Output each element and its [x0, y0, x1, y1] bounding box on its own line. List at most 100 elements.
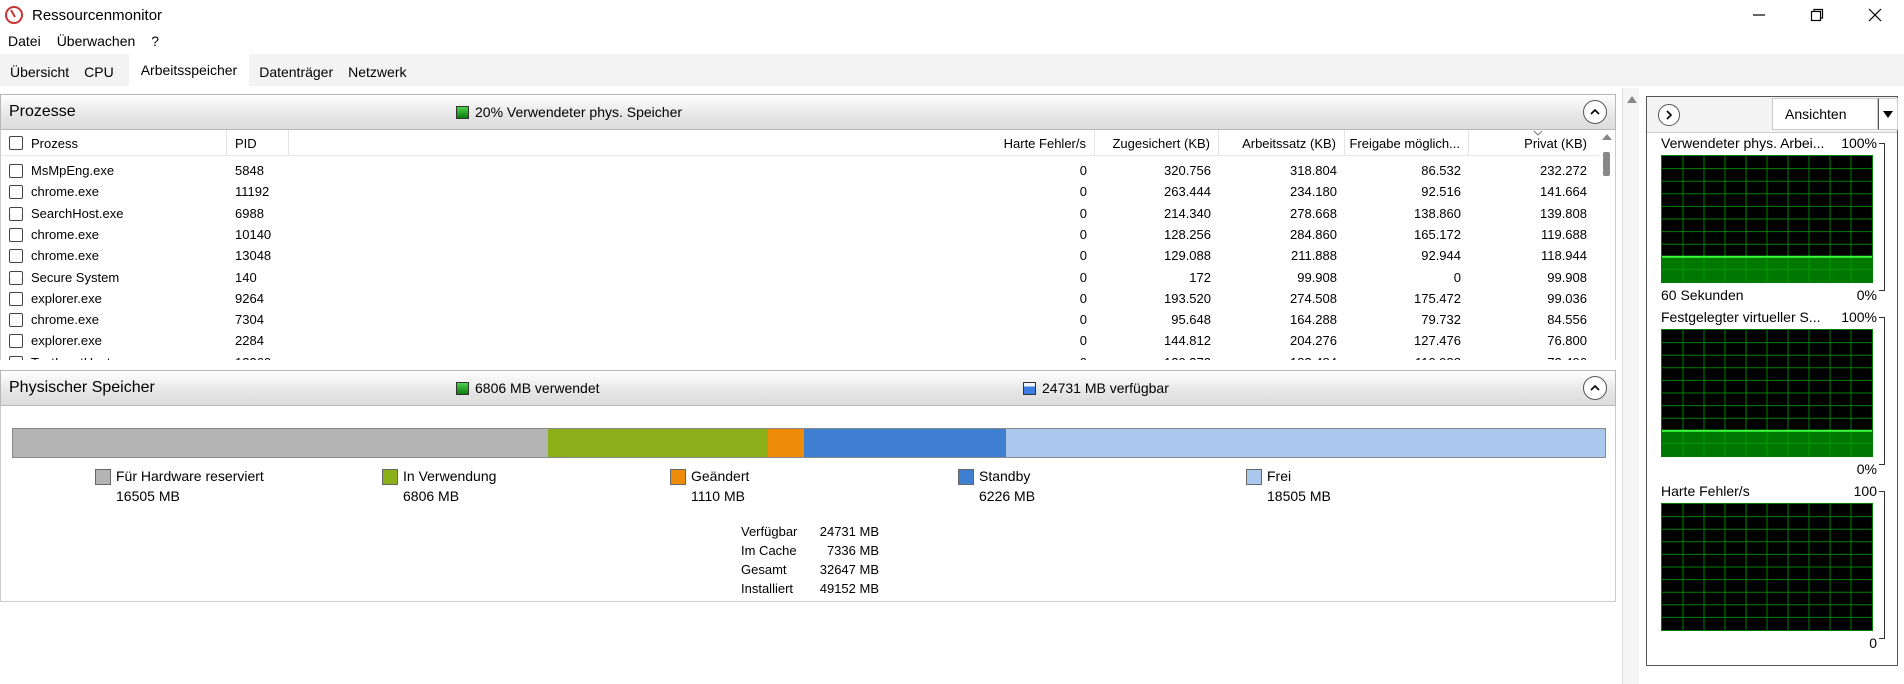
memory-segment [1005, 429, 1605, 457]
table-row[interactable]: explorer.exe 2284 0 144.812 204.276 127.476 76… [1, 330, 1601, 351]
graph-panel-header: Ansichten [1647, 97, 1898, 133]
table-row[interactable]: chrome.exe 10140 0 128.256 284.860 165.172 119… [1, 224, 1601, 245]
tab-datentraeger[interactable]: Datenträger [254, 58, 338, 86]
scroll-up-icon[interactable] [1602, 134, 1612, 140]
physical-memory-collapse-button[interactable] [1583, 376, 1607, 400]
physical-memory-available-text: 24731 MB verfügbar [1042, 380, 1169, 396]
process-name: explorer.exe [31, 333, 102, 349]
summary-row: Installiert 49152 MB [741, 581, 879, 600]
process-checkbox[interactable] [9, 334, 23, 349]
menu-item-help[interactable]: ? [143, 33, 167, 49]
table-row[interactable]: TextInputHost.exe 13360 0 120.372 183.484 110… [1, 352, 1601, 360]
processes-collapse-button[interactable] [1583, 100, 1607, 124]
memory-segment [547, 429, 769, 457]
column-header-shareable[interactable]: Freigabe möglich... [1345, 130, 1469, 156]
graph-label: Verwendeter phys. Arbei... [1661, 135, 1825, 151]
tab-arbeitsspeicher[interactable]: Arbeitsspeicher [128, 54, 250, 86]
graph-max-value: 100% [1841, 309, 1877, 325]
process-shareable: 92.944 [1421, 248, 1461, 264]
graph-min-value: 0% [1856, 461, 1877, 477]
process-hard-faults: 0 [289, 352, 1087, 360]
minimize-button[interactable] [1730, 0, 1788, 30]
close-button[interactable] [1846, 0, 1904, 30]
tab-uebersicht[interactable]: Übersicht [5, 58, 74, 86]
column-header-pid[interactable]: PID [227, 130, 289, 156]
column-header-hard-faults[interactable]: Harte Fehler/s [289, 130, 1095, 156]
process-hard-faults: 0 [1079, 290, 1087, 306]
process-name: explorer.exe [31, 290, 102, 306]
resource-monitor-icon [5, 6, 23, 24]
scroll-up-icon[interactable] [1627, 96, 1637, 103]
minimize-icon [1753, 14, 1765, 16]
process-checkbox[interactable] [9, 291, 23, 306]
table-row[interactable]: chrome.exe 13048 0 129.088 211.888 92.944 118.… [1, 245, 1601, 266]
process-private: 119.688 [1540, 226, 1587, 242]
process-private: 139.808 [1540, 205, 1587, 221]
process-checkbox[interactable] [9, 249, 23, 264]
process-private: 99.908 [1547, 269, 1587, 285]
process-checkbox[interactable] [9, 270, 23, 285]
process-committed: 172 [1189, 269, 1211, 285]
process-checkbox[interactable] [9, 206, 23, 221]
table-row[interactable]: SearchHost.exe 6988 0 214.340 278.668 138.860… [1, 203, 1601, 224]
graph-panel: Ansichten Verwendeter phys. Arbei... 100%… [1646, 96, 1898, 666]
process-private: 232.272 [1540, 163, 1587, 178]
process-committed: 128.256 [1164, 226, 1211, 242]
table-row[interactable]: MsMpEng.exe 5848 0 320.756 318.804 86.532 232.… [1, 160, 1601, 181]
menu-item-datei[interactable]: Datei [0, 33, 49, 49]
process-checkbox[interactable] [9, 355, 23, 360]
process-working-set: 183.484 [1219, 352, 1337, 360]
scroll-thumb[interactable] [1603, 152, 1610, 176]
process-working-set: 204.276 [1290, 333, 1337, 349]
green-legend-icon [456, 105, 469, 119]
process-committed: 320.756 [1164, 163, 1211, 178]
process-name: chrome.exe [31, 248, 99, 264]
column-header-process[interactable]: Prozess [1, 130, 227, 156]
select-all-checkbox[interactable] [9, 136, 23, 150]
expand-panel-button[interactable] [1658, 104, 1680, 126]
process-checkbox[interactable] [9, 164, 23, 178]
legend-swatch [1246, 469, 1262, 485]
legend-label: Standby [979, 468, 1031, 484]
process-working-set: 274.508 [1290, 290, 1337, 306]
physical-memory-title: Physischer Speicher [9, 379, 155, 396]
tab-cpu[interactable]: CPU [79, 58, 119, 86]
process-checkbox[interactable] [9, 185, 23, 200]
process-checkbox[interactable] [9, 227, 23, 242]
legend-label: Geändert [691, 468, 750, 484]
views-button[interactable]: Ansichten [1772, 98, 1878, 130]
table-row[interactable]: chrome.exe 11192 0 263.444 234.180 92.516 141.… [1, 181, 1601, 202]
column-header-private[interactable]: Privat (KB) [1469, 130, 1595, 156]
table-row[interactable]: explorer.exe 9264 0 193.520 274.508 175.472 99… [1, 288, 1601, 309]
column-header-committed[interactable]: Zugesichert (KB) [1095, 130, 1219, 156]
process-hard-faults: 0 [1079, 205, 1087, 221]
legend-value: 1110 MB [691, 488, 745, 504]
graph-fill [1662, 256, 1872, 282]
process-working-set: 284.860 [1290, 226, 1337, 242]
legend-value: 18505 MB [1267, 488, 1331, 504]
process-working-set: 211.888 [1290, 248, 1337, 264]
restore-button[interactable] [1788, 0, 1846, 30]
physical-memory-header[interactable]: Physischer Speicher 6806 MB verwendet 24… [0, 370, 1616, 406]
views-dropdown-button[interactable] [1878, 98, 1898, 130]
process-table-scrollbar[interactable] [1599, 130, 1615, 360]
graph-label: Harte Fehler/s [1661, 483, 1750, 499]
process-checkbox[interactable] [9, 313, 23, 328]
legend-value: 6226 MB [979, 488, 1036, 504]
processes-header[interactable]: Prozesse 20% Verwendeter phys. Speicher [0, 94, 1616, 130]
table-row[interactable]: chrome.exe 7304 0 95.648 164.288 79.732 84.556 [1, 309, 1601, 330]
process-pid: 5848 [235, 163, 264, 178]
process-name: TextInputHost.exe [31, 352, 221, 360]
column-header-working-set[interactable]: Arbeitssatz (KB) [1219, 130, 1345, 156]
main-scrollbar[interactable] [1622, 88, 1639, 684]
table-row[interactable]: Secure System 140 0 172 99.908 0 99.908 [1, 267, 1601, 288]
tab-netzwerk[interactable]: Netzwerk [343, 58, 411, 86]
process-pid: 2284 [235, 333, 264, 349]
processes-usage-text: 20% Verwendeter phys. Speicher [475, 104, 683, 120]
processes-usage: 20% Verwendeter phys. Speicher [456, 104, 682, 120]
process-hard-faults: 0 [1079, 269, 1087, 285]
menu-item-ueberwachen[interactable]: Überwachen [49, 33, 144, 49]
process-committed: 129.088 [1164, 248, 1211, 264]
graph-max-value: 100% [1841, 135, 1877, 151]
process-committed: 120.372 [1095, 352, 1211, 360]
